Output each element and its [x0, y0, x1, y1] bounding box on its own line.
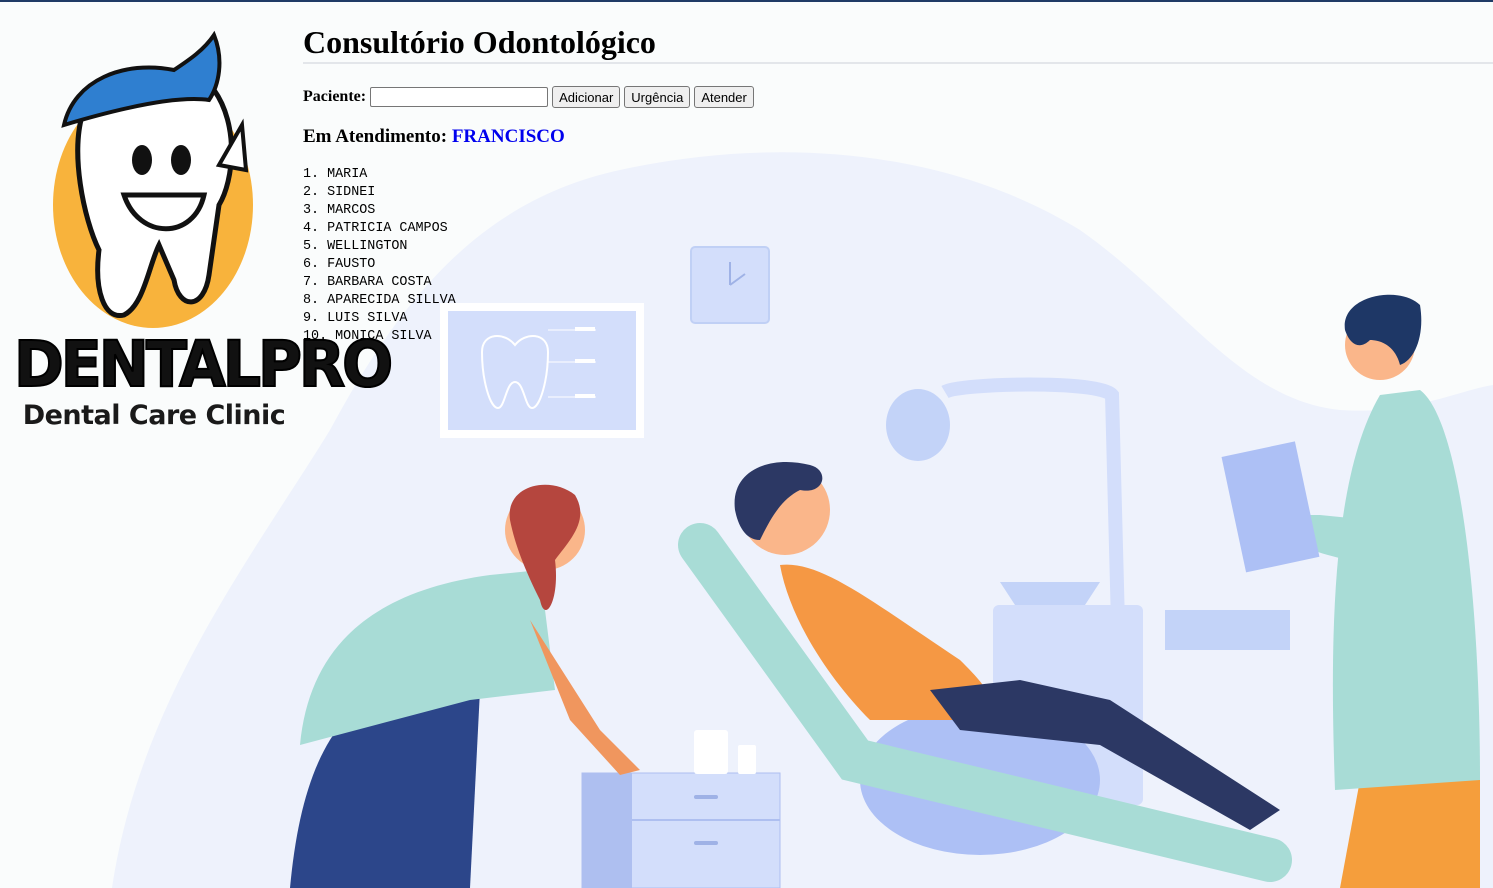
queue-item: 9. LUIS SILVA [303, 311, 408, 326]
logo-tagline: Dental Care Clinic [22, 400, 286, 431]
queue-item: 2. SIDNEI [303, 185, 376, 200]
queue-item: 4. PATRICIA CAMPOS [303, 221, 448, 236]
urgent-button[interactable]: Urgência [624, 86, 691, 108]
patient-label: Paciente: [303, 88, 367, 105]
clinic-logo: DENTALPRO Dental Care Clinic [13, 30, 394, 440]
queue-item: 6. FAUSTO [303, 257, 376, 272]
logo-brand-text: DENTALPRO [13, 327, 394, 403]
tooth-mascot-icon [53, 30, 253, 328]
main-content: Consultório Odontológico Paciente: Adici… [303, 24, 1493, 346]
queue-item: 1. MARIA [303, 167, 368, 182]
patient-form: Paciente: Adicionar Urgência Atender [303, 86, 1493, 108]
patient-queue: 1. MARIA 2. SIDNEI 3. MARCOS 4. PATRICIA… [303, 166, 1493, 346]
attending-name: FRANCISCO [451, 126, 565, 147]
page-title: Consultório Odontológico [303, 24, 1493, 64]
patient-input[interactable] [370, 87, 549, 107]
attend-button[interactable]: Atender [694, 86, 754, 108]
queue-item: 3. MARCOS [303, 203, 376, 218]
add-button[interactable]: Adicionar [552, 86, 621, 108]
attending-status: Em Atendimento: FRANCISCO [303, 126, 1493, 148]
queue-item: 8. APARECIDA SILLVA [303, 293, 456, 308]
queue-item: 10. MONICA SILVA [303, 329, 432, 344]
queue-item: 5. WELLINGTON [303, 239, 408, 254]
queue-item: 7. BARBARA COSTA [303, 275, 432, 290]
attending-label: Em Atendimento: [303, 126, 448, 147]
